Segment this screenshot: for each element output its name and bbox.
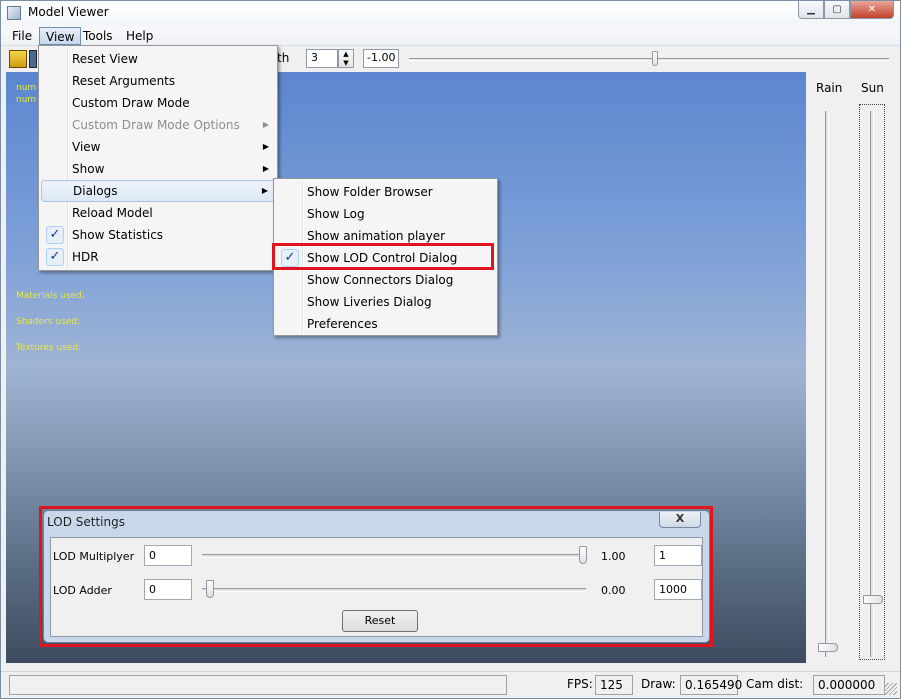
menu-item-label: Reset Arguments <box>72 74 176 88</box>
view-menu-item-reset-arguments[interactable]: Reset Arguments <box>41 70 275 92</box>
draw-label: Draw: <box>641 677 676 691</box>
sun-slider-track[interactable] <box>870 111 874 657</box>
toolbar-slider-thumb[interactable] <box>652 51 658 66</box>
view-menu-item-reload-model[interactable]: Reload Model <box>41 202 275 224</box>
maximize-button[interactable]: ▢ <box>824 1 850 19</box>
stat-line-1: num <box>16 83 37 93</box>
dialogs-menu-item-show-log[interactable]: Show Log <box>276 203 495 225</box>
stat-materials: Materials used: <box>16 291 85 301</box>
camdist-value: 0.000000 <box>813 675 885 695</box>
window-controls: ▁ ▢ ✕ <box>798 1 894 19</box>
minimize-button[interactable]: ▁ <box>798 1 824 19</box>
fps-label: FPS: <box>567 677 593 691</box>
view-menu-item-reset-view[interactable]: Reset View <box>41 48 275 70</box>
toolbar-label: th <box>277 51 290 65</box>
dialogs-menu-item-show-liveries-dialog[interactable]: Show Liveries Dialog <box>276 291 495 313</box>
menu-item-label: Reload Model <box>72 206 153 220</box>
view-menu-item-show-statistics[interactable]: ✓ Show Statistics <box>41 224 275 246</box>
menu-item-label: Show Connectors Dialog <box>307 273 454 287</box>
resize-grip-icon[interactable] <box>885 683 897 695</box>
sun-label: Sun <box>861 81 884 95</box>
menu-item-label: Custom Draw Mode Options <box>72 118 240 132</box>
menu-item-label: Show Liveries Dialog <box>307 295 432 309</box>
view-menu-item-show[interactable]: Show ▶ <box>41 158 275 180</box>
spin-input[interactable]: 3 <box>306 49 338 68</box>
menu-tools[interactable]: Tools <box>77 27 119 45</box>
rain-slider-thumb[interactable] <box>818 643 838 652</box>
checkmark-icon: ✓ <box>46 226 64 244</box>
stat-shaders: Shaders used: <box>16 317 81 327</box>
highlight-box-lod-menu <box>272 243 494 270</box>
open-folder-icon[interactable] <box>9 50 27 68</box>
close-button[interactable]: ✕ <box>850 1 894 19</box>
submenu-arrow-icon: ▶ <box>261 186 268 195</box>
checkmark-icon: ✓ <box>46 248 64 266</box>
spin-stepper[interactable]: ▲ ▼ <box>338 49 354 68</box>
menu-item-label: Dialogs <box>73 184 118 198</box>
menu-help[interactable]: Help <box>120 27 159 45</box>
save-icon[interactable] <box>29 50 37 68</box>
view-menu-item-custom-draw-mode[interactable]: Custom Draw Mode <box>41 92 275 114</box>
menu-item-label: HDR <box>72 250 99 264</box>
window-title: Model Viewer <box>28 5 109 19</box>
fps-value: 125 <box>595 675 633 695</box>
menu-bar: File View Tools Help <box>1 26 900 46</box>
rain-slider-track[interactable] <box>825 111 829 657</box>
sun-slider-thumb[interactable] <box>863 595 883 604</box>
menu-item-label: Show Log <box>307 207 365 221</box>
menu-item-label: Show Folder Browser <box>307 185 433 199</box>
menu-item-label: View <box>72 140 101 154</box>
menu-view[interactable]: View <box>39 27 82 45</box>
title-bar: Model Viewer ▁ ▢ ✕ <box>1 1 900 26</box>
submenu-arrow-icon: ▶ <box>262 164 269 173</box>
dialogs-menu-item-show-folder-browser[interactable]: Show Folder Browser <box>276 181 495 203</box>
status-bar: FPS: 125 Draw: 0.165490 Cam dist: 0.0000… <box>1 671 900 698</box>
view-menu-item-hdr[interactable]: ✓ HDR <box>41 246 275 268</box>
menu-item-label: Show <box>72 162 105 176</box>
camdist-label: Cam dist: <box>746 677 804 691</box>
menu-item-label: Show animation player <box>307 229 446 243</box>
view-menu: Reset View Reset Arguments Custom Draw Mod… <box>38 45 278 271</box>
menu-item-label: Preferences <box>307 317 378 331</box>
menu-item-label: Show Statistics <box>72 228 164 242</box>
rain-label: Rain <box>816 81 843 95</box>
value-field[interactable]: -1.00 <box>363 49 399 68</box>
main-window: Model Viewer ▁ ▢ ✕ File View Tools Help … <box>0 0 901 699</box>
app-icon <box>7 6 21 20</box>
stat-textures: Textures used: <box>16 343 82 353</box>
status-message-field <box>9 675 507 695</box>
submenu-arrow-icon: ▶ <box>262 142 269 151</box>
submenu-arrow-icon: ▶ <box>262 120 269 129</box>
stat-line-2: num <box>16 95 37 105</box>
draw-value: 0.165490 <box>680 675 742 695</box>
view-menu-item-view[interactable]: View ▶ <box>41 136 275 158</box>
view-menu-item-custom-draw-mode-options: Custom Draw Mode Options ▶ <box>41 114 275 136</box>
view-menu-item-dialogs[interactable]: Dialogs ▶ <box>41 180 275 202</box>
dialogs-menu-item-show-connectors-dialog[interactable]: Show Connectors Dialog <box>276 269 495 291</box>
menu-file[interactable]: File <box>6 27 38 45</box>
highlight-box-lod-dialog <box>39 506 713 647</box>
menu-item-label: Custom Draw Mode <box>72 96 190 110</box>
menu-item-label: Reset View <box>72 52 138 66</box>
toolbar-slider-track[interactable] <box>409 58 889 61</box>
dialogs-menu-item-preferences[interactable]: Preferences <box>276 313 495 335</box>
